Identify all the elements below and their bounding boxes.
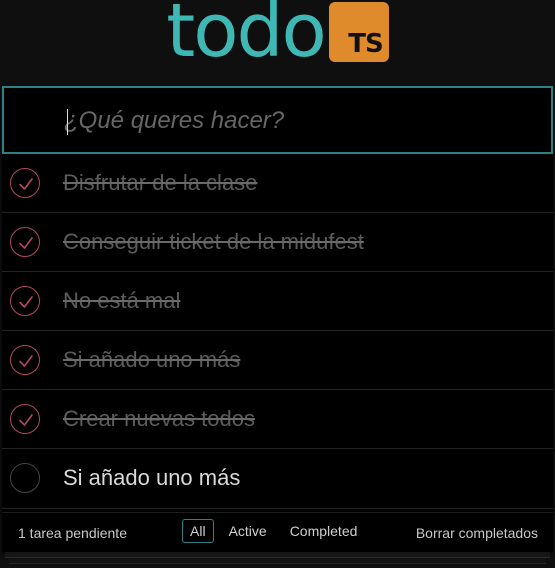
todo-label[interactable]: No está mal xyxy=(63,287,180,315)
stack-shadow xyxy=(9,558,546,564)
new-todo-box xyxy=(2,86,553,154)
new-todo-input[interactable] xyxy=(64,106,534,136)
todo-label[interactable]: Si añado uno más xyxy=(63,464,240,492)
todo-app: Disfrutar de la clase Conseguir ticket d… xyxy=(2,86,553,552)
clear-completed-button[interactable]: Borrar completados xyxy=(416,525,538,541)
toggle-checkbox[interactable] xyxy=(10,463,40,493)
text-caret xyxy=(67,109,68,135)
todo-app-page: todo TS Disfrutar de la clase xyxy=(0,0,555,568)
checkmark-icon xyxy=(19,178,33,190)
toggle-checkbox[interactable] xyxy=(10,345,40,375)
pending-count: 1 tarea pendiente xyxy=(18,525,127,541)
todo-list: Disfrutar de la clase Conseguir ticket d… xyxy=(2,154,553,509)
filter-all[interactable]: All xyxy=(182,519,214,543)
checkmark-icon xyxy=(19,237,33,249)
todo-item: Disfrutar de la clase xyxy=(2,154,553,213)
todo-item: Conseguir ticket de la midufest xyxy=(2,213,553,272)
filter-completed[interactable]: Completed xyxy=(282,519,366,543)
todo-item: Si añado uno más xyxy=(2,331,553,390)
footer: 1 tarea pendiente All Active Completed B… xyxy=(2,512,553,552)
filters: All Active Completed xyxy=(182,519,372,543)
todo-label[interactable]: Conseguir ticket de la midufest xyxy=(63,228,364,256)
toggle-checkbox[interactable] xyxy=(10,227,40,257)
toggle-checkbox[interactable] xyxy=(10,404,40,434)
toggle-checkbox[interactable] xyxy=(10,168,40,198)
todo-label[interactable]: Disfrutar de la clase xyxy=(63,169,257,197)
title-text: todo xyxy=(166,0,327,74)
ts-badge-text: TS xyxy=(348,29,383,59)
todo-item: Si añado uno más xyxy=(2,449,553,509)
checkmark-icon xyxy=(19,296,33,308)
typescript-logo: TS xyxy=(328,2,389,62)
header: todo TS xyxy=(0,0,555,84)
app-title: todo TS xyxy=(166,0,389,84)
todo-item: Crear nuevas todos xyxy=(2,390,553,449)
filter-active[interactable]: Active xyxy=(221,519,275,543)
toggle-checkbox[interactable] xyxy=(10,286,40,316)
checkmark-icon xyxy=(19,355,33,367)
todo-label[interactable]: Si añado uno más xyxy=(63,346,240,374)
checkmark-icon xyxy=(19,414,33,426)
todo-label[interactable]: Crear nuevas todos xyxy=(63,405,255,433)
todo-item: No está mal xyxy=(2,272,553,331)
